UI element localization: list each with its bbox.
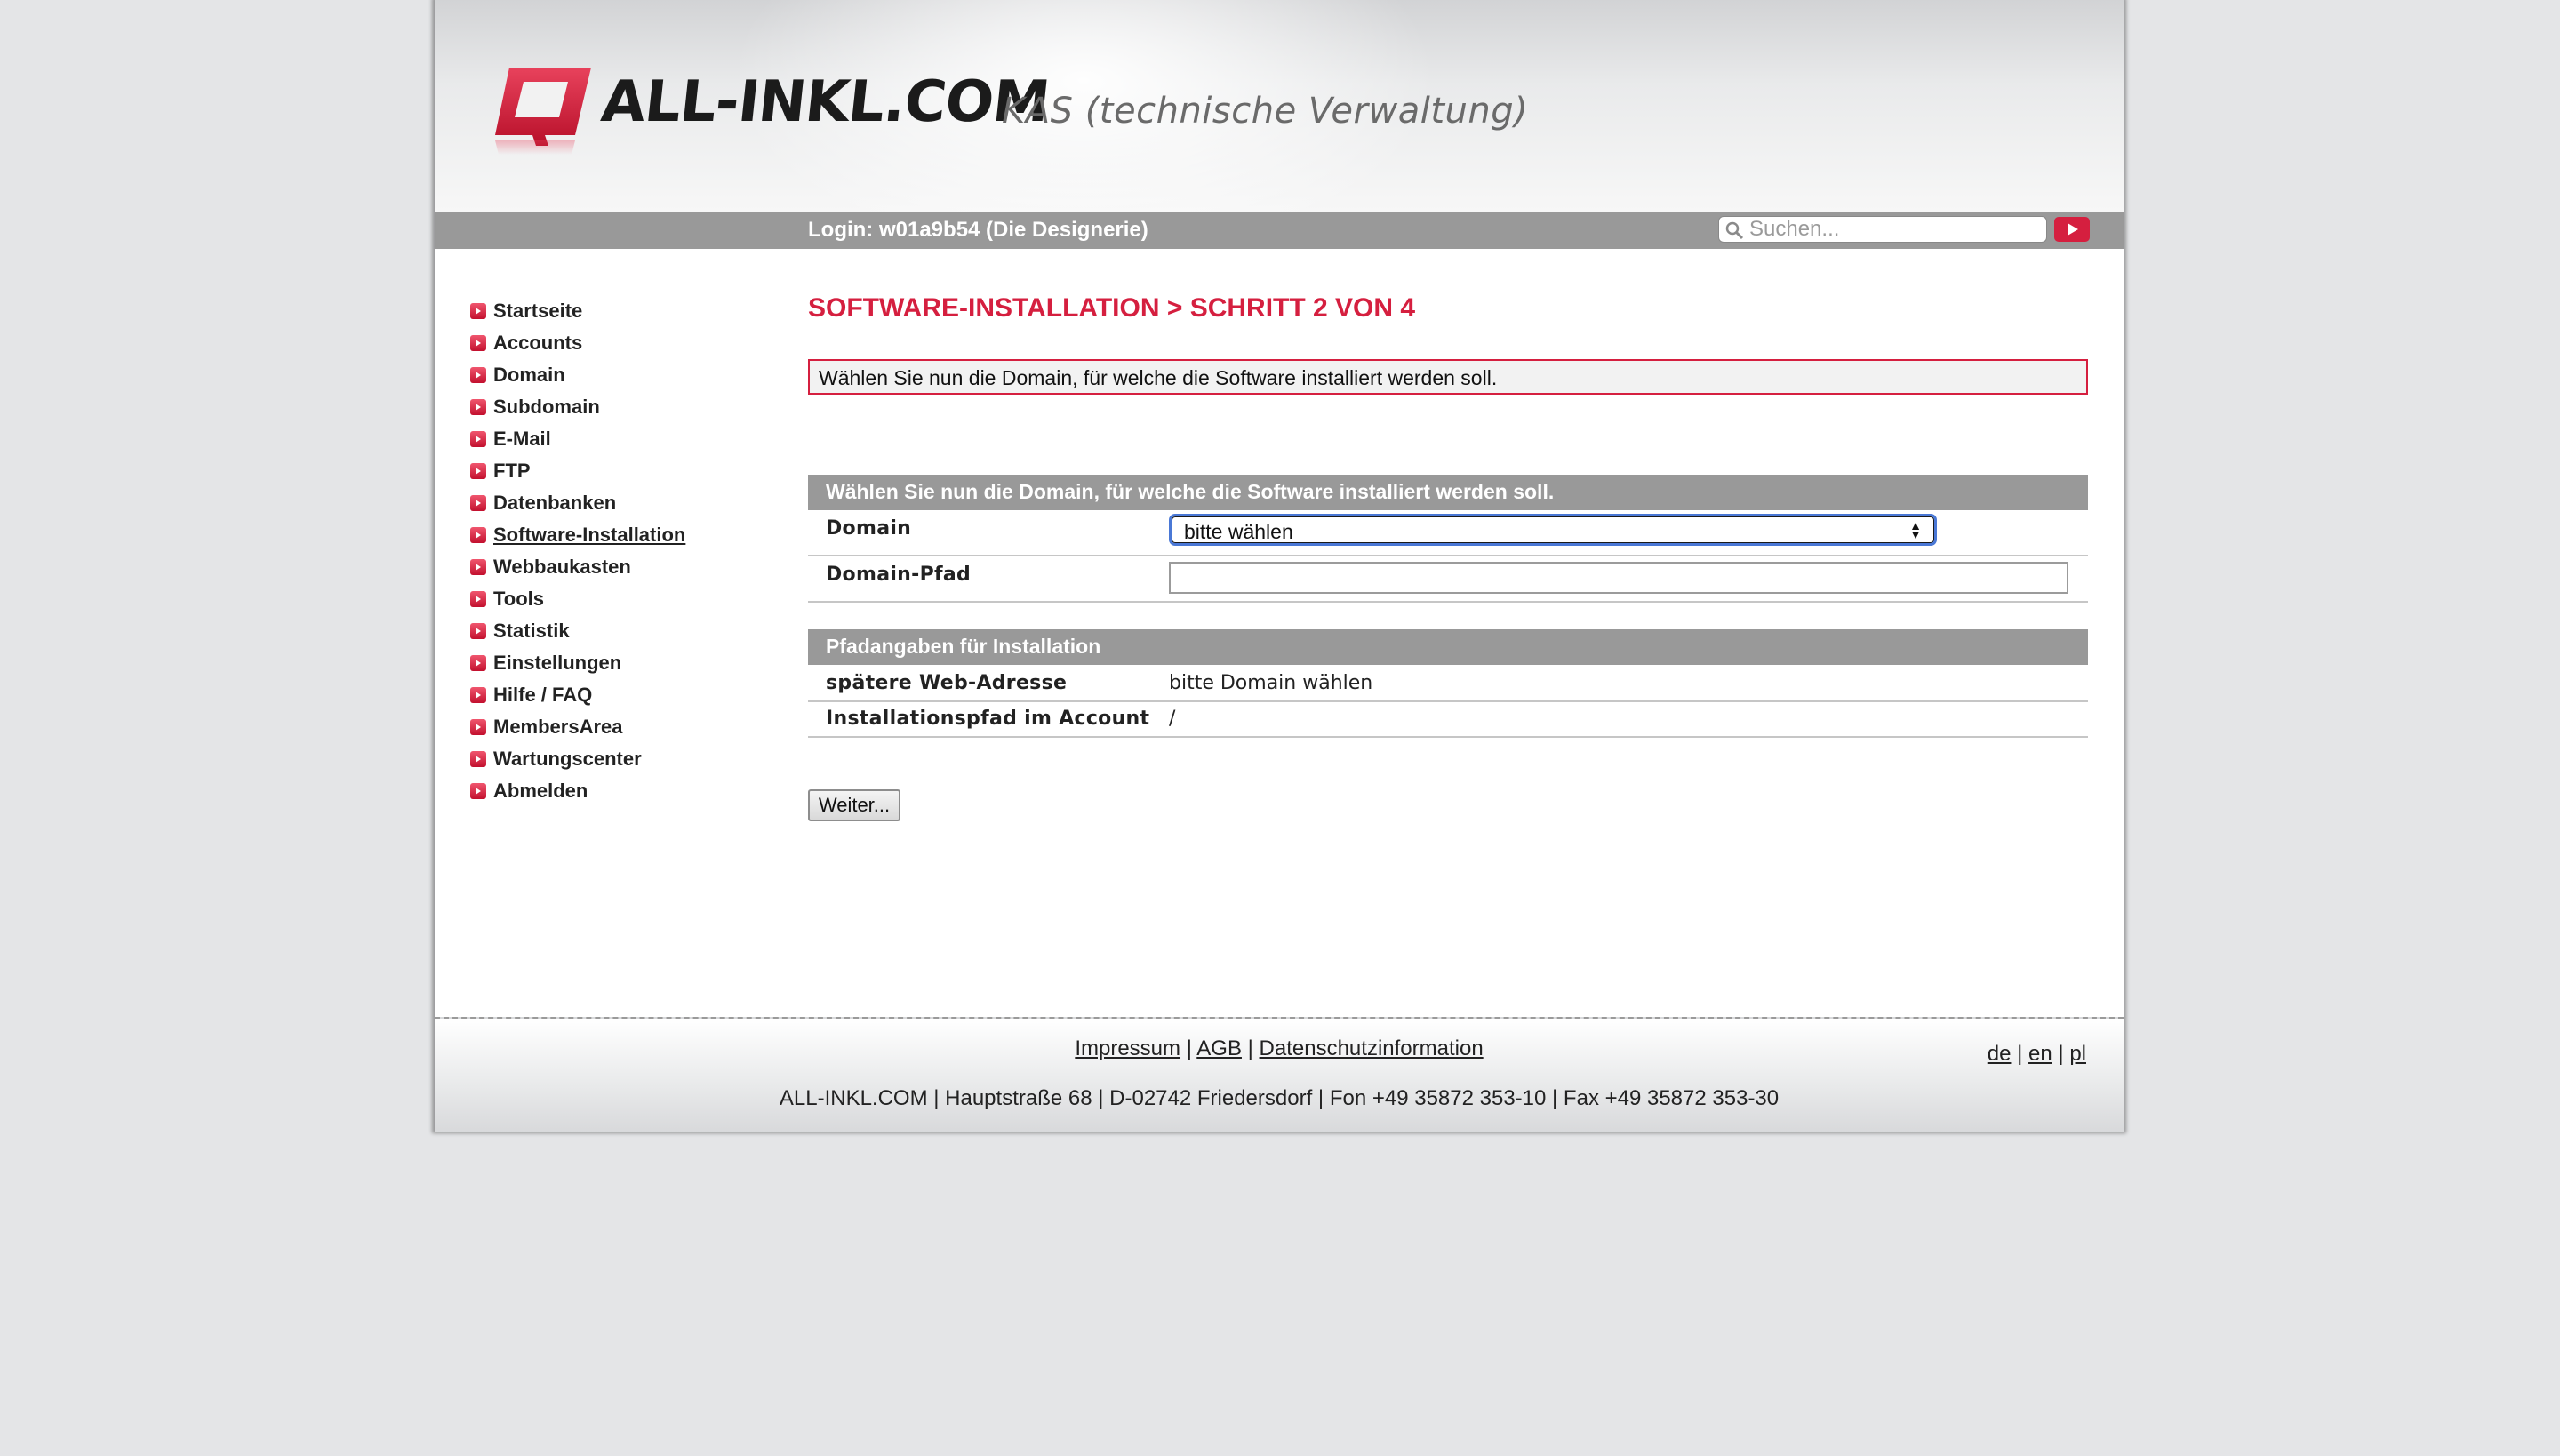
bullet-arrow-icon (470, 399, 486, 415)
language-link-de[interactable]: de (1988, 1042, 2012, 1066)
bullet-arrow-icon (470, 751, 486, 767)
next-button[interactable]: Weiter... (808, 789, 900, 821)
search-submit-button[interactable] (2054, 217, 2090, 242)
footer-links: Impressum | AGB | Datenschutzinformation (435, 1036, 2124, 1061)
sidebar-item-label: Abmelden (493, 780, 588, 802)
page-title: SOFTWARE-INSTALLATION > SCHRITT 2 VON 4 (808, 293, 1416, 323)
web-address-label: spätere Web-Adresse (826, 672, 1068, 694)
sidebar-item-wartungscenter[interactable]: Wartungscenter (470, 743, 685, 775)
row-domain-path: Domain-Pfad (808, 556, 2088, 603)
sidebar-item-label: Einstellungen (493, 652, 622, 674)
sidebar-item-label: Startseite (493, 300, 583, 322)
sidebar-nav: Startseite Accounts Domain Subdomain E-M… (470, 295, 685, 807)
language-link-pl[interactable]: pl (2069, 1042, 2086, 1066)
bullet-arrow-icon (470, 303, 486, 319)
login-info: Login: w01a9b54 (Die Designerie) (808, 218, 1148, 242)
header-subtitle: KAS (technische Verwaltung) (1002, 91, 1529, 132)
language-separator: | (2017, 1042, 2023, 1066)
bullet-arrow-icon (470, 687, 486, 703)
sidebar-item-label: MembersArea (493, 716, 623, 738)
play-arrow-icon (2068, 223, 2078, 236)
footer-link-datenschutz[interactable]: Datenschutzinformation (1260, 1036, 1484, 1060)
sidebar-item-label: Tools (493, 588, 545, 610)
sidebar-item-tools[interactable]: Tools (470, 583, 685, 615)
row-install-path: Installationspfad im Account / (808, 702, 2088, 738)
bullet-arrow-icon (470, 431, 486, 447)
footer-link-impressum[interactable]: Impressum (1075, 1036, 1180, 1060)
domain-select[interactable]: bitte wählen ▲ ▼ (1169, 514, 1937, 546)
sidebar-item-domain[interactable]: Domain (470, 359, 685, 391)
sidebar-item-abmelden[interactable]: Abmelden (470, 775, 685, 807)
select-arrows-icon: ▲ ▼ (1909, 518, 1922, 541)
sidebar-item-einstellungen[interactable]: Einstellungen (470, 647, 685, 679)
footer-link-agb[interactable]: AGB (1196, 1036, 1242, 1060)
row-domain: Domain bitte wählen ▲ ▼ (808, 510, 2088, 556)
bullet-arrow-icon (470, 335, 486, 351)
language-link-en[interactable]: en (2028, 1042, 2052, 1066)
install-path-value: / (1169, 708, 1176, 730)
info-message: Wählen Sie nun die Domain, für welche di… (808, 359, 2088, 395)
sidebar-item-label: FTP (493, 460, 531, 482)
bullet-arrow-icon (470, 527, 486, 543)
sidebar-item-label: Accounts (493, 332, 583, 354)
sidebar-item-label: Statistik (493, 620, 570, 642)
domain-label: Domain (826, 517, 912, 540)
search-icon (1724, 220, 1744, 244)
sidebar-item-ftp[interactable]: FTP (470, 455, 685, 487)
bullet-arrow-icon (470, 591, 486, 607)
sidebar-item-startseite[interactable]: Startseite (470, 295, 685, 327)
sidebar-item-hilfe-faq[interactable]: Hilfe / FAQ (470, 679, 685, 711)
sidebar-item-label: Subdomain (493, 396, 600, 418)
search-box (1718, 216, 2047, 243)
bullet-arrow-icon (470, 623, 486, 639)
page-container: ALL-INKL.COM KAS (technische Verwaltung)… (435, 0, 2124, 1132)
domain-path-input[interactable] (1169, 562, 2068, 594)
section-header-paths: Pfadangaben für Installation (808, 629, 2088, 665)
header: ALL-INKL.COM KAS (technische Verwaltung) (435, 0, 2124, 212)
top-bar: Login: w01a9b54 (Die Designerie) (435, 212, 2124, 249)
sidebar-item-label: Domain (493, 364, 565, 386)
sidebar-item-label: Datenbanken (493, 492, 617, 514)
web-address-value: bitte Domain wählen (1169, 672, 1373, 694)
install-path-label: Installationspfad im Account (826, 708, 1150, 730)
sidebar-item-label: Wartungscenter (493, 748, 642, 770)
section-header-domain: Wählen Sie nun die Domain, für welche di… (808, 475, 2088, 510)
bullet-arrow-icon (470, 719, 486, 735)
sidebar-item-accounts[interactable]: Accounts (470, 327, 685, 359)
sidebar-item-webbaukasten[interactable]: Webbaukasten (470, 551, 685, 583)
bullet-arrow-icon (470, 559, 486, 575)
sidebar-item-label: Software-Installation (493, 524, 686, 546)
logo-text: ALL-INKL.COM (598, 69, 1052, 135)
sidebar-item-software-installation[interactable]: Software-Installation (470, 519, 685, 551)
bullet-arrow-icon (470, 783, 486, 799)
footer-separator: | (1247, 1036, 1253, 1060)
language-switcher: de | en | pl (1988, 1042, 2086, 1067)
footer: Impressum | AGB | Datenschutzinformation… (435, 1017, 2124, 1132)
sidebar-item-label: E-Mail (493, 428, 551, 450)
sidebar-item-subdomain[interactable]: Subdomain (470, 391, 685, 423)
row-web-address: spätere Web-Adresse bitte Domain wählen (808, 665, 2088, 702)
sidebar-item-statistik[interactable]: Statistik (470, 615, 685, 647)
domain-path-label: Domain-Pfad (826, 564, 972, 586)
logo-icon (493, 66, 593, 180)
sidebar-item-label: Webbaukasten (493, 556, 631, 578)
bullet-arrow-icon (470, 463, 486, 479)
bullet-arrow-icon (470, 495, 486, 511)
bullet-arrow-icon (470, 367, 486, 383)
sidebar-item-email[interactable]: E-Mail (470, 423, 685, 455)
sidebar-item-membersarea[interactable]: MembersArea (470, 711, 685, 743)
sidebar-item-datenbanken[interactable]: Datenbanken (470, 487, 685, 519)
footer-separator: | (1186, 1036, 1192, 1060)
bullet-arrow-icon (470, 655, 486, 671)
sidebar-item-label: Hilfe / FAQ (493, 684, 593, 706)
domain-select-value: bitte wählen (1184, 520, 1293, 543)
search-input[interactable] (1749, 217, 2043, 242)
footer-address: ALL-INKL.COM | Hauptstraße 68 | D-02742 … (779, 1086, 1780, 1110)
language-separator: | (2058, 1042, 2064, 1066)
